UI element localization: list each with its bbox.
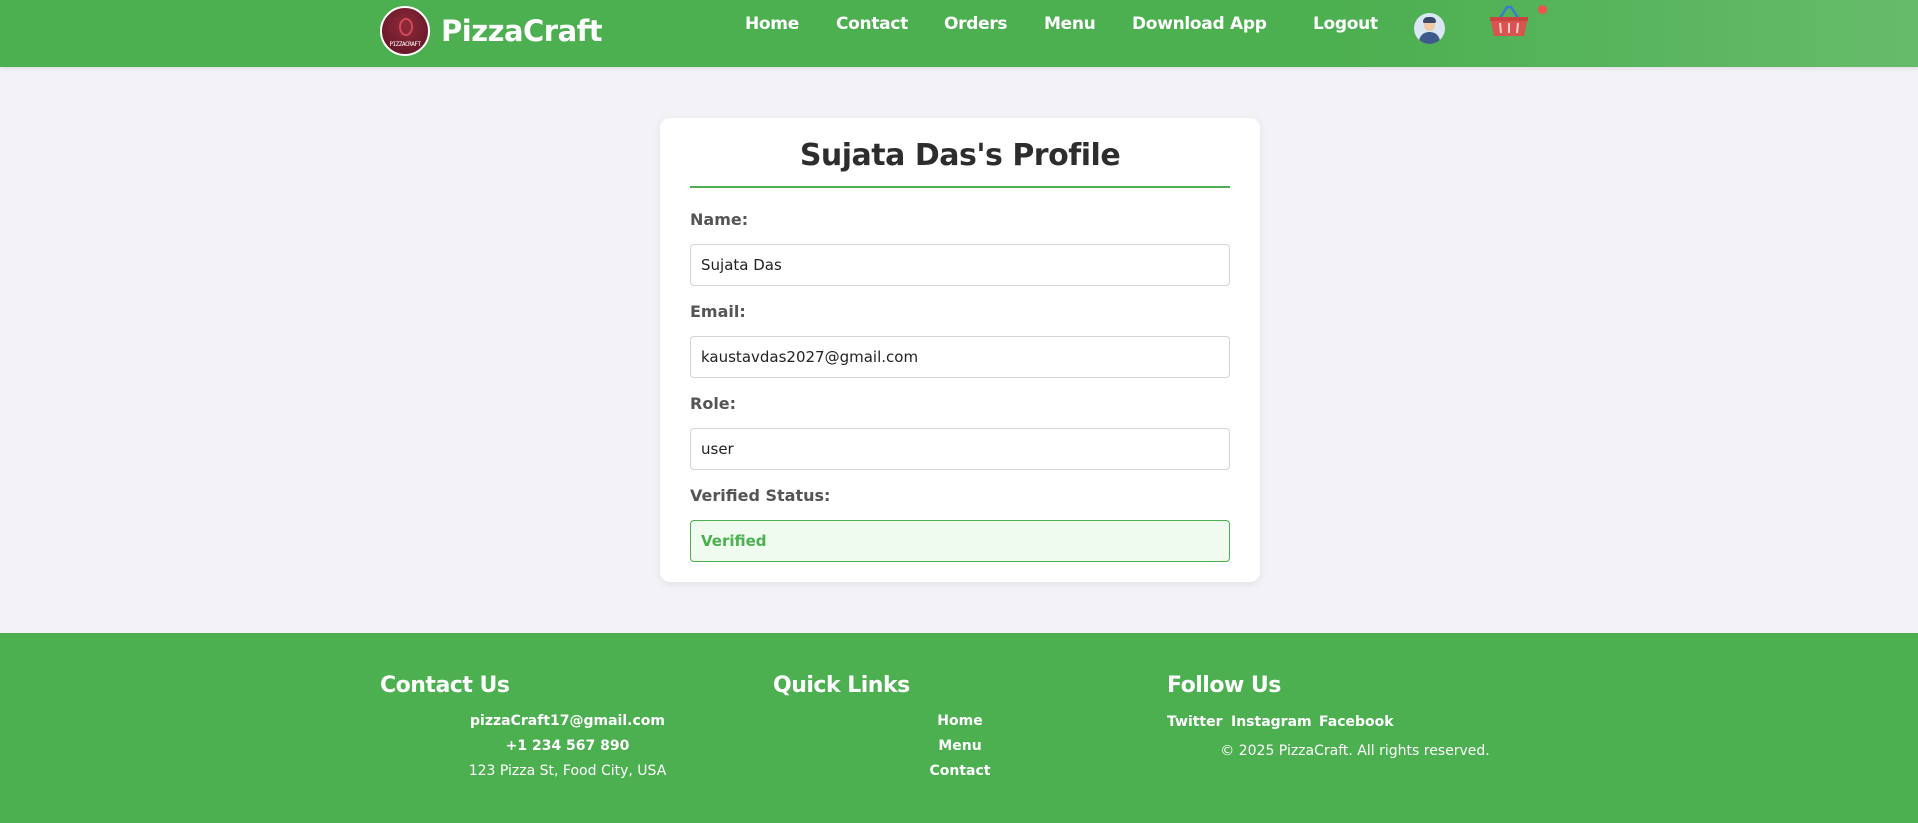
role-field[interactable]: user (690, 428, 1230, 470)
footer-link-home[interactable]: Home (900, 713, 1020, 729)
nav-download-app[interactable]: Download App (1132, 14, 1267, 34)
nav-contact[interactable]: Contact (836, 14, 908, 34)
user-avatar-icon[interactable] (1414, 13, 1445, 44)
role-label: Role: (690, 394, 737, 413)
verified-status-label: Verified Status: (690, 486, 831, 505)
brand[interactable]: PIZZACRAFT PizzaCraft (380, 6, 603, 56)
title-divider (690, 186, 1230, 188)
cart-badge (1538, 5, 1547, 14)
nav-menu[interactable]: Menu (1044, 14, 1096, 34)
footer-link-contact[interactable]: Contact (900, 763, 1020, 779)
site-footer: Contact Us pizzaCraft17@gmail.com +1 234… (0, 633, 1918, 823)
nav-home[interactable]: Home (745, 14, 799, 34)
name-field[interactable]: Sujata Das (690, 244, 1230, 286)
footer-link-menu[interactable]: Menu (900, 738, 1020, 754)
follow-us-heading: Follow Us (1167, 673, 1281, 698)
social-instagram-link[interactable]: Instagram (1231, 714, 1312, 730)
profile-title: Sujata Das's Profile (799, 138, 1121, 173)
contact-phone[interactable]: +1 234 567 890 (470, 738, 665, 754)
verified-status-field: Verified (690, 520, 1230, 562)
nav-orders[interactable]: Orders (944, 14, 1008, 34)
shopping-basket-icon[interactable] (1488, 4, 1530, 38)
email-field[interactable]: kaustavdas2027@gmail.com (690, 336, 1230, 378)
logo-icon: PIZZACRAFT (380, 6, 430, 56)
contact-heading: Contact Us (380, 673, 510, 698)
brand-name: PizzaCraft (441, 14, 603, 48)
email-label: Email: (690, 302, 746, 321)
social-twitter-link[interactable]: Twitter (1167, 714, 1223, 730)
quick-links-heading: Quick Links (773, 673, 910, 698)
contact-address: 123 Pizza St, Food City, USA (468, 763, 667, 779)
profile-card: Sujata Das's Profile Name: Sujata Das Em… (660, 118, 1260, 582)
site-header: PIZZACRAFT PizzaCraft Home Contact Order… (0, 0, 1918, 67)
name-label: Name: (690, 210, 749, 229)
copyright-text: © 2025 PizzaCraft. All rights reserved. (1220, 743, 1490, 759)
contact-email[interactable]: pizzaCraft17@gmail.com (470, 713, 665, 729)
nav-logout[interactable]: Logout (1313, 14, 1378, 34)
social-facebook-link[interactable]: Facebook (1319, 714, 1394, 730)
